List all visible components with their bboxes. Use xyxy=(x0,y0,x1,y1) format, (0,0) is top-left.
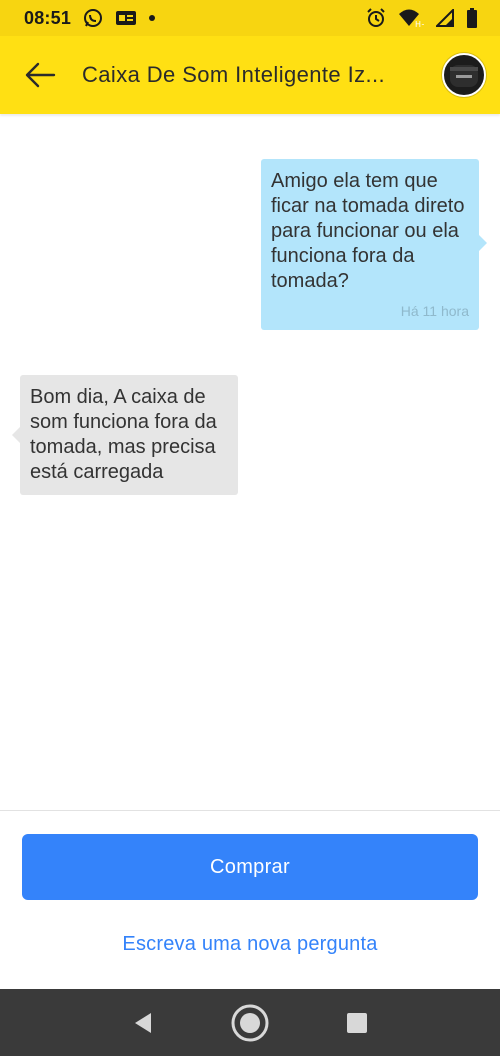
home-circle-icon xyxy=(231,1004,269,1041)
back-button[interactable] xyxy=(20,55,60,95)
signal-icon xyxy=(436,9,454,27)
chat-area[interactable]: Amigo ela tem que ficar na tomada direto… xyxy=(0,114,500,810)
message-time: Há 11 hora xyxy=(400,303,469,319)
buy-button[interactable]: Comprar xyxy=(22,834,478,900)
app-bar: Caixa De Som Inteligente Iz... xyxy=(0,36,500,114)
whatsapp-icon xyxy=(83,8,103,28)
nav-recents-button[interactable] xyxy=(333,999,381,1047)
status-bar: 08:51 H+ xyxy=(0,0,500,36)
incoming-message: Bom dia, A caixa de som funciona fora da… xyxy=(12,375,238,495)
alarm-icon xyxy=(366,8,386,28)
back-triangle-icon xyxy=(135,1012,152,1033)
product-thumbnail[interactable] xyxy=(442,53,486,97)
arrow-left-icon xyxy=(25,62,56,88)
page-title: Caixa De Som Inteligente Iz... xyxy=(82,62,386,87)
status-time: 08:51 xyxy=(24,7,72,28)
action-panel: Comprar Escreva uma nova pergunta xyxy=(0,810,500,989)
recents-square-icon xyxy=(346,1012,367,1033)
speaker-icon xyxy=(450,65,478,87)
nav-home-button[interactable] xyxy=(226,999,274,1047)
system-nav-bar xyxy=(0,989,500,1056)
nav-back-button[interactable] xyxy=(119,999,167,1047)
message-text: Amigo ela tem que ficar na tomada direto… xyxy=(271,170,465,292)
news-icon xyxy=(115,10,137,26)
svg-text:H+: H+ xyxy=(415,20,424,28)
notification-dot xyxy=(149,15,156,21)
battery-icon xyxy=(466,8,478,28)
wifi-icon: H+ xyxy=(398,8,424,28)
new-question-link[interactable]: Escreva uma nova pergunta xyxy=(0,933,500,956)
status-left: 08:51 xyxy=(24,7,156,29)
message-text: Bom dia, A caixa de som funciona fora da… xyxy=(30,386,217,483)
status-right: H+ xyxy=(366,8,478,28)
outgoing-message: Amigo ela tem que ficar na tomada direto… xyxy=(261,159,487,330)
